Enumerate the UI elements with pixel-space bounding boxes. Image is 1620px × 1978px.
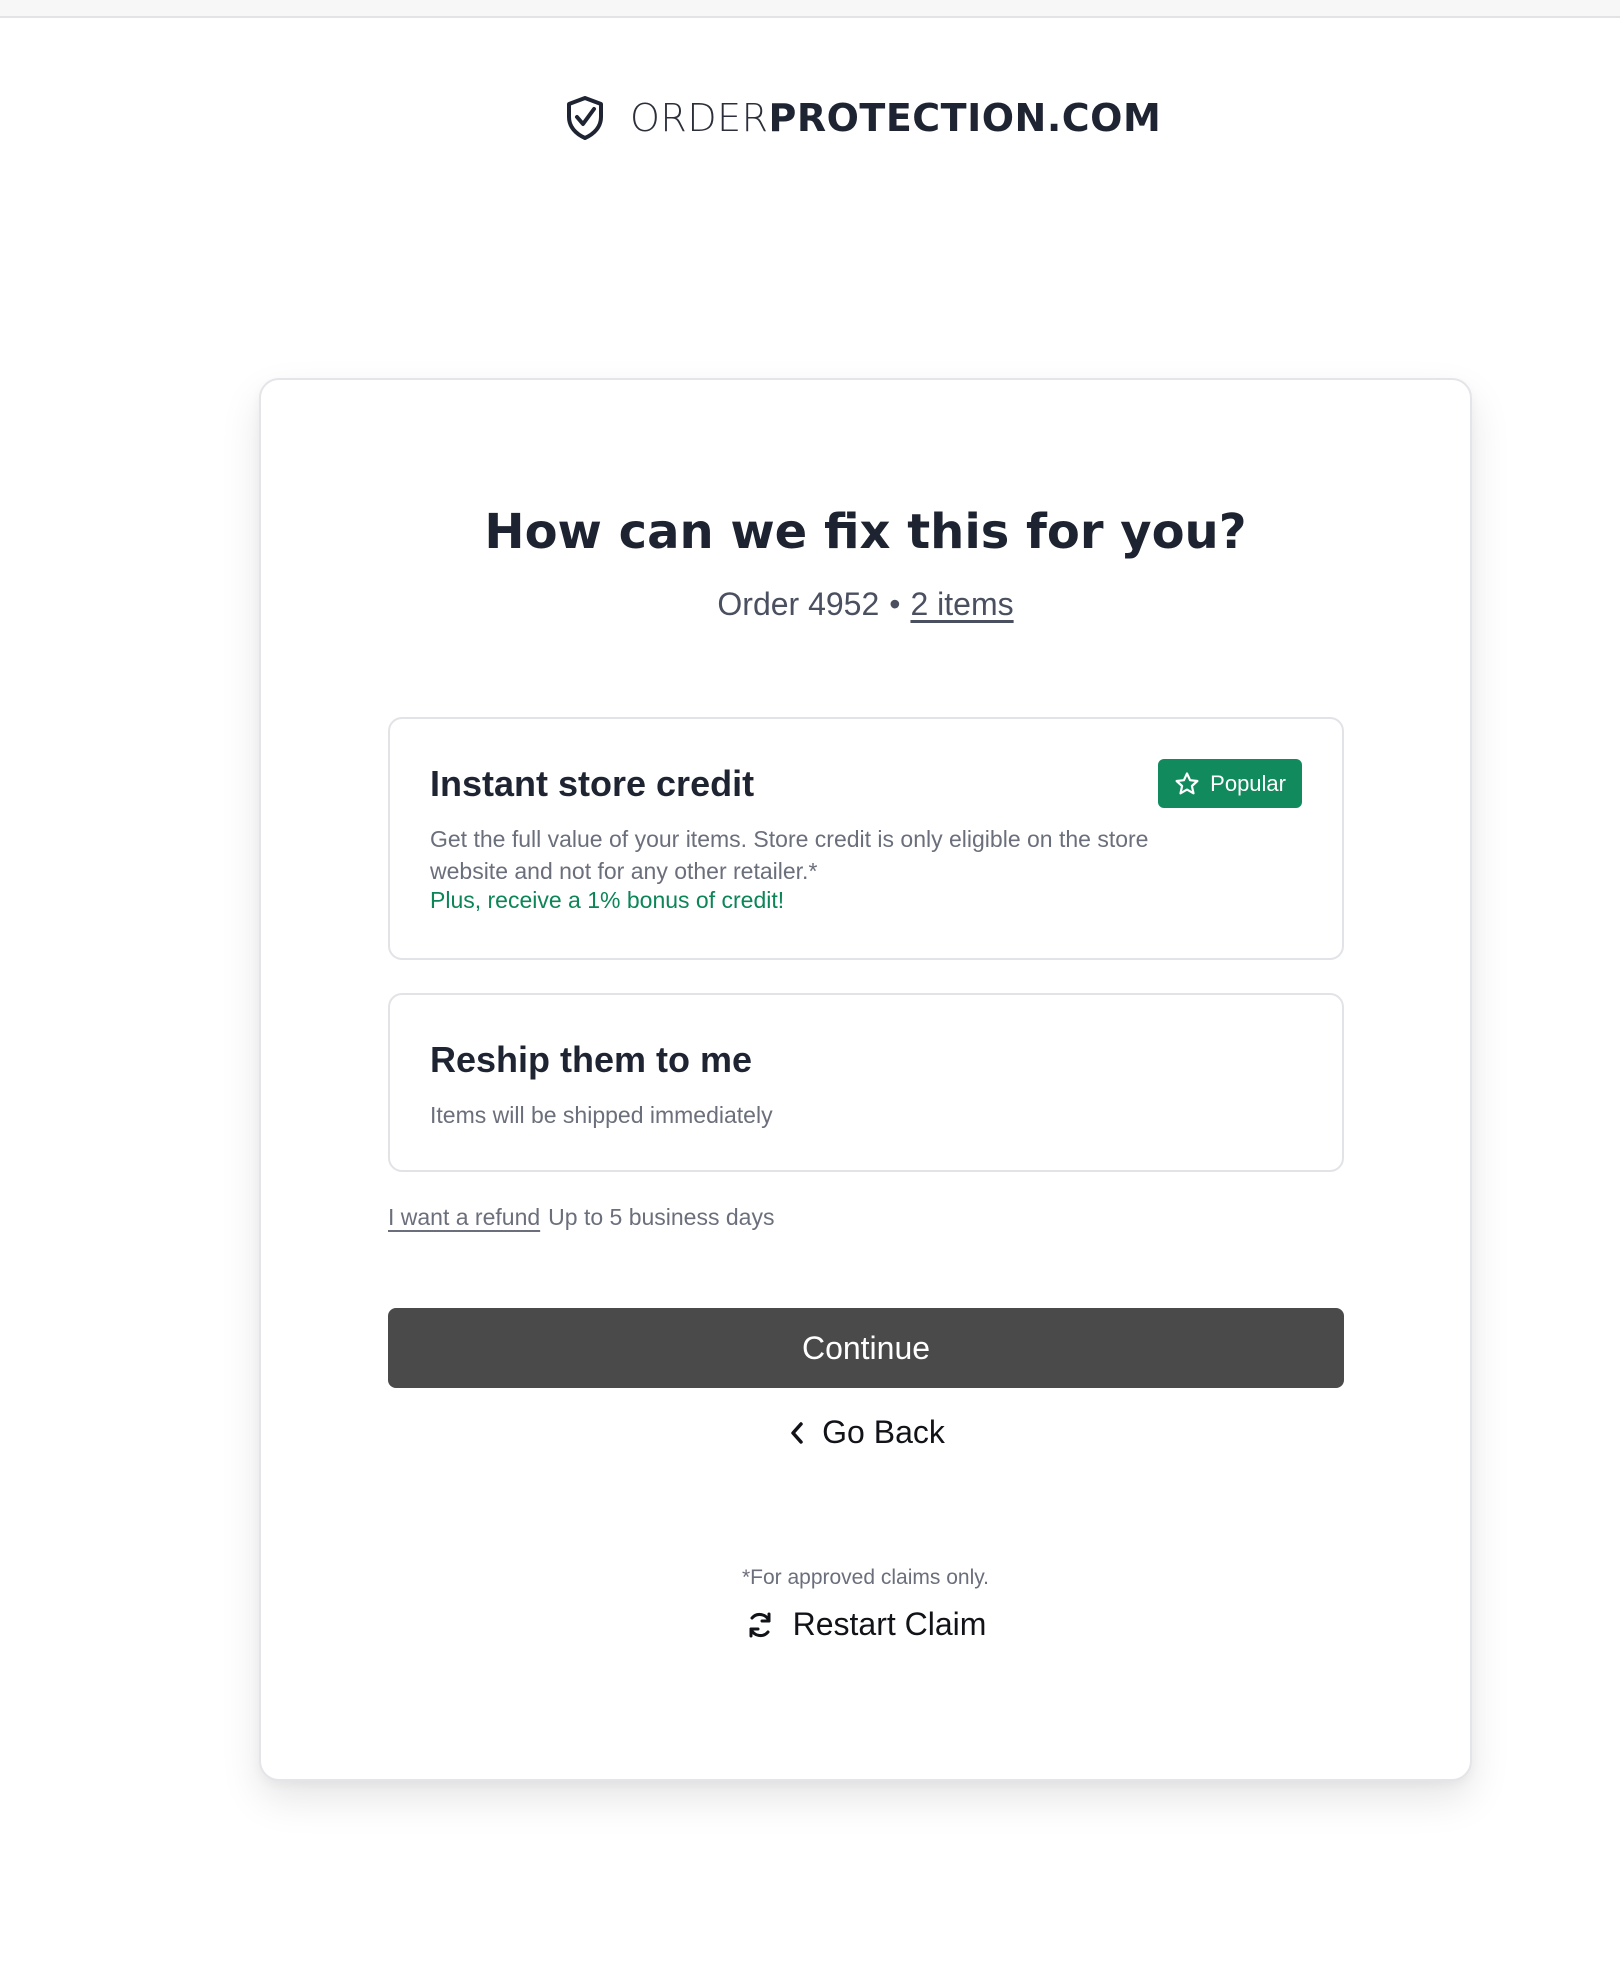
brand-wordmark: ORDERPROTECTION.COM (630, 96, 1161, 140)
refund-timing: Up to 5 business days (548, 1204, 775, 1230)
order-summary: Order 4952 • 2 items (261, 586, 1470, 623)
order-number: Order 4952 (717, 586, 880, 622)
option-reship[interactable]: Reship them to me Items will be shipped … (388, 993, 1344, 1172)
refresh-icon (749, 1612, 771, 1637)
badge-label: Popular (1210, 770, 1286, 796)
continue-button[interactable]: Continue (388, 1308, 1344, 1388)
option-description: Get the full value of your items. Store … (430, 826, 1149, 884)
option-title: Instant store credit (430, 763, 755, 804)
brand-name-light: ORDER (630, 96, 769, 140)
refund-link[interactable]: I want a refund (388, 1204, 540, 1230)
claim-resolution-card: How can we fix this for you? Order 4952 •… (259, 378, 1472, 1781)
option-description: Items will be shipped immediately (430, 1102, 773, 1128)
order-separator: • (889, 586, 901, 622)
star-icon (1175, 771, 1199, 794)
brand-logo: ORDERPROTECTION.COM (564, 94, 1161, 142)
shield-check-icon (567, 96, 603, 140)
go-back-button[interactable]: Go Back (261, 1414, 1470, 1451)
chevron-left-icon (791, 1421, 803, 1444)
option-instant-store-credit[interactable]: Instant store credit Popular Get the ful… (388, 717, 1344, 960)
option-bonus-text: Plus, receive a 1% bonus of credit! (430, 887, 785, 913)
restart-claim-button[interactable]: Restart Claim (261, 1606, 1470, 1643)
option-title: Reship them to me (430, 1039, 753, 1080)
browser-top-bar (0, 0, 1620, 18)
approval-footnote: *For approved claims only. (741, 1566, 990, 1589)
restart-claim-label: Restart Claim (792, 1606, 987, 1642)
page-title: How can we fix this for you? (484, 504, 1247, 560)
popular-badge: Popular (1158, 759, 1302, 808)
go-back-label: Go Back (822, 1414, 945, 1450)
brand-name-bold: PROTECTION.COM (768, 96, 1162, 140)
items-link[interactable]: 2 items (910, 586, 1013, 622)
refund-row: I want a refund Up to 5 business days (388, 1204, 774, 1231)
